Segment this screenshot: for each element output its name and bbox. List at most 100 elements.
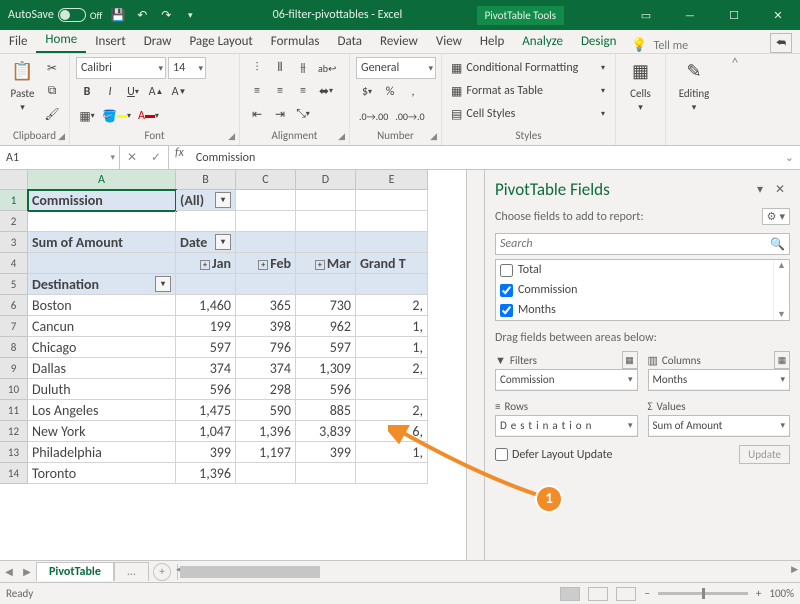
- sheet-tab-active[interactable]: PivotTable: [36, 562, 114, 581]
- field-list-item[interactable]: Total: [496, 260, 773, 280]
- field-checkbox[interactable]: [500, 264, 513, 277]
- cell[interactable]: [356, 190, 428, 211]
- cell[interactable]: [356, 232, 428, 253]
- cell[interactable]: 398: [236, 316, 296, 337]
- dialog-launcher-icon[interactable]: ◢: [338, 130, 345, 144]
- cell[interactable]: [296, 274, 356, 295]
- tab-formulas[interactable]: Formulas: [262, 31, 329, 53]
- cell[interactable]: [356, 274, 428, 295]
- cell[interactable]: 374: [176, 358, 236, 379]
- cell[interactable]: 399: [176, 442, 236, 463]
- bold-button[interactable]: B: [76, 81, 98, 103]
- cell[interactable]: 2,: [356, 358, 428, 379]
- cell[interactable]: Duluth: [28, 379, 176, 400]
- next-sheet-button[interactable]: ▶: [18, 565, 36, 578]
- sheet-tab[interactable]: ...: [114, 562, 149, 581]
- page-break-view-button[interactable]: [616, 587, 636, 601]
- cell[interactable]: Destination▾: [28, 274, 176, 295]
- zoom-in-button[interactable]: +: [756, 587, 761, 600]
- align-left-button[interactable]: ≡: [246, 80, 268, 102]
- cell[interactable]: Sum of Amount: [28, 232, 176, 253]
- cell[interactable]: +Jan: [176, 253, 236, 274]
- row-header[interactable]: 10: [0, 379, 28, 400]
- filter-dropdown-icon[interactable]: ▾: [155, 276, 171, 292]
- cell[interactable]: 1,309: [296, 358, 356, 379]
- increase-decimal-button[interactable]: .0→.00: [356, 105, 391, 127]
- cell[interactable]: 1,460: [176, 295, 236, 316]
- font-color-button[interactable]: A▾: [135, 105, 162, 127]
- tab-insert[interactable]: Insert: [86, 31, 135, 53]
- cell[interactable]: 1,: [356, 316, 428, 337]
- tab-file[interactable]: File: [0, 31, 36, 53]
- page-layout-view-button[interactable]: [588, 587, 608, 601]
- tab-draw[interactable]: Draw: [135, 31, 181, 53]
- cell[interactable]: 962: [296, 316, 356, 337]
- close-button[interactable]: ✕: [756, 0, 800, 30]
- cell[interactable]: [296, 190, 356, 211]
- column-header[interactable]: B: [176, 170, 236, 190]
- cell[interactable]: Boston: [28, 295, 176, 316]
- cell[interactable]: 796: [236, 337, 296, 358]
- tab-design[interactable]: Design: [572, 31, 625, 53]
- cell[interactable]: 1,475: [176, 400, 236, 421]
- cut-button[interactable]: ✂: [41, 57, 63, 79]
- field-search-input[interactable]: 🔍: [495, 233, 790, 255]
- align-right-button[interactable]: ≡: [292, 80, 314, 102]
- cell[interactable]: +Mar: [296, 253, 356, 274]
- cell[interactable]: Grand T: [356, 253, 428, 274]
- move-area-icon[interactable]: ▦: [622, 351, 638, 369]
- undo-icon[interactable]: ↶: [134, 7, 150, 23]
- cell[interactable]: 1,: [356, 337, 428, 358]
- align-top-button[interactable]: ⫶: [246, 57, 268, 79]
- columns-area[interactable]: ▥Columns▦ Months▾: [648, 351, 791, 391]
- cell[interactable]: Toronto: [28, 463, 176, 484]
- percent-button[interactable]: %: [379, 81, 401, 103]
- collapse-ribbon-button[interactable]: ^: [726, 54, 744, 145]
- formula-input[interactable]: Commission: [190, 146, 800, 169]
- cell[interactable]: 1,396: [176, 463, 236, 484]
- qat-customize-icon[interactable]: ▾: [182, 7, 198, 23]
- tell-me-input[interactable]: Tell me: [648, 39, 689, 53]
- cell[interactable]: 3,839: [296, 421, 356, 442]
- font-size-select[interactable]: 14: [168, 57, 206, 79]
- cell[interactable]: 1,047: [176, 421, 236, 442]
- cell[interactable]: +Feb: [236, 253, 296, 274]
- column-header[interactable]: C: [236, 170, 296, 190]
- row-header[interactable]: 4: [0, 253, 28, 274]
- format-as-table-button[interactable]: ▦Format as Table▾: [448, 80, 608, 102]
- cell[interactable]: [236, 463, 296, 484]
- name-box[interactable]: A1: [0, 146, 120, 169]
- row-header[interactable]: 14: [0, 463, 28, 484]
- merge-button[interactable]: ⬌▾: [315, 80, 337, 102]
- cell[interactable]: 590: [236, 400, 296, 421]
- tab-analyze[interactable]: Analyze: [513, 31, 572, 53]
- cell[interactable]: Philadelphia: [28, 442, 176, 463]
- paste-button[interactable]: 📋 Paste ▾: [6, 57, 39, 113]
- cell[interactable]: [296, 211, 356, 232]
- align-center-button[interactable]: ≡: [269, 80, 291, 102]
- cell[interactable]: Los Angeles: [28, 400, 176, 421]
- minimize-button[interactable]: —: [668, 0, 712, 30]
- editing-button[interactable]: ✎Editing▾: [672, 57, 716, 113]
- save-icon[interactable]: 💾: [110, 7, 126, 23]
- field-checkbox[interactable]: [500, 304, 513, 317]
- dialog-launcher-icon[interactable]: ◢: [430, 130, 437, 144]
- cell[interactable]: 298: [236, 379, 296, 400]
- cell[interactable]: [28, 253, 176, 274]
- cell[interactable]: [176, 211, 236, 232]
- cell[interactable]: [176, 274, 236, 295]
- area-item[interactable]: Commission▾: [496, 370, 637, 390]
- cell[interactable]: 2,: [356, 295, 428, 316]
- row-header[interactable]: 7: [0, 316, 28, 337]
- field-list-item[interactable]: Commission: [496, 280, 773, 300]
- update-button[interactable]: Update: [739, 445, 790, 464]
- normal-view-button[interactable]: [560, 587, 580, 601]
- cell[interactable]: 399: [296, 442, 356, 463]
- cell[interactable]: Dallas: [28, 358, 176, 379]
- maximize-button[interactable]: ☐: [712, 0, 756, 30]
- tab-view[interactable]: View: [427, 31, 471, 53]
- cell[interactable]: 885: [296, 400, 356, 421]
- cell[interactable]: 597: [176, 337, 236, 358]
- format-painter-button[interactable]: 🖌: [41, 103, 63, 125]
- cell[interactable]: 199: [176, 316, 236, 337]
